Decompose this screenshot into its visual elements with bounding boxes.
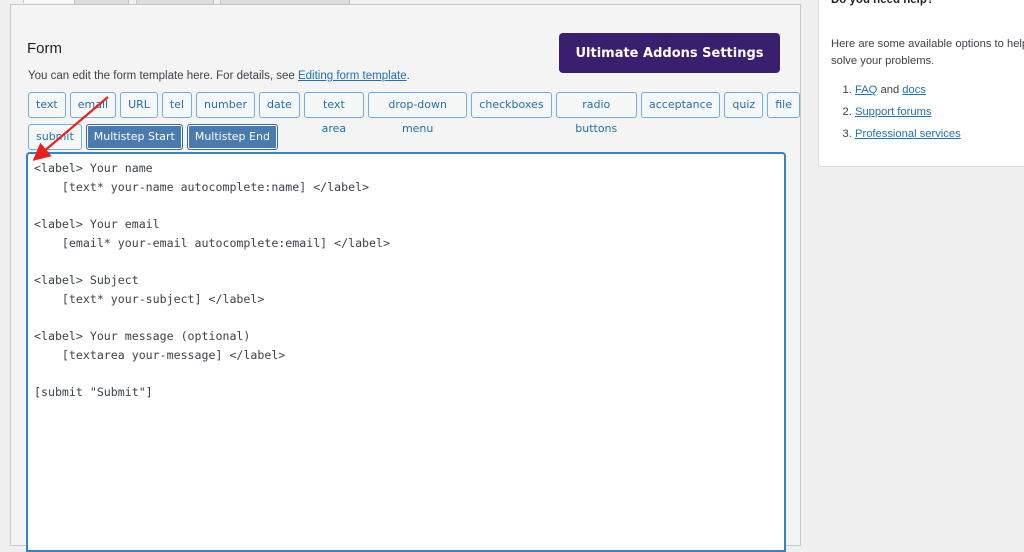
tag-button-multistep-end[interactable]: Multistep End [186,124,278,150]
tag-button-checkboxes[interactable]: checkboxes [471,92,552,118]
tag-button-text-area[interactable]: text area [303,92,365,135]
tag-button-acceptance[interactable]: acceptance [640,92,721,118]
tag-button-drop-down-menu[interactable]: drop-down menu [368,92,468,135]
tag-button-multistep-start[interactable]: Multistep Start [85,124,183,150]
tag-button-url[interactable]: URL [120,92,158,118]
tag-button-email[interactable]: email [69,92,117,118]
ultimate-addons-settings-button[interactable]: Ultimate Addons Settings [559,33,780,73]
help-item-professional: Professional services [855,123,961,145]
editing-form-template-link[interactable]: Editing form template [298,70,407,82]
docs-link[interactable]: docs [902,84,926,96]
form-title: Form [27,40,62,57]
tab-form[interactable] [23,0,75,3]
tag-button-date[interactable]: date [258,92,300,118]
form-template-editor[interactable] [26,152,786,552]
form-description: You can edit the form template here. For… [28,70,410,82]
tag-button-submit[interactable]: submit [28,124,82,150]
tag-button-text[interactable]: text [28,92,66,118]
tag-generator-row: text email URL tel number date text area drop-d… [28,92,800,135]
support-forums-link[interactable]: Support forums [855,106,931,118]
tag-button-tel[interactable]: tel [161,92,193,118]
and-text: and [877,84,903,96]
help-title: Do you need help? [831,0,934,6]
tag-button-file[interactable]: file [767,92,800,118]
professional-services-link[interactable]: Professional services [855,128,961,140]
help-item-faq-docs: FAQ and docs [855,79,961,101]
tag-button-quiz[interactable]: quiz [724,92,764,118]
help-box: Do you need help? Here are some availabl… [818,0,1024,167]
help-item-support: Support forums [855,101,961,123]
tag-button-number[interactable]: number [196,92,255,118]
tag-button-radio-buttons[interactable]: radio buttons [555,92,637,135]
faq-link[interactable]: FAQ [855,84,877,96]
help-intro: Here are some available options to help … [831,38,1024,67]
form-description-text: You can edit the form template here. For… [28,70,298,82]
tag-generator-row: submit Multistep Start Multistep End [28,124,278,150]
form-description-end: . [406,70,410,82]
form-panel: Form You can edit the form template here… [10,4,801,552]
help-list: FAQ and docs Support forums Professional… [831,79,961,145]
